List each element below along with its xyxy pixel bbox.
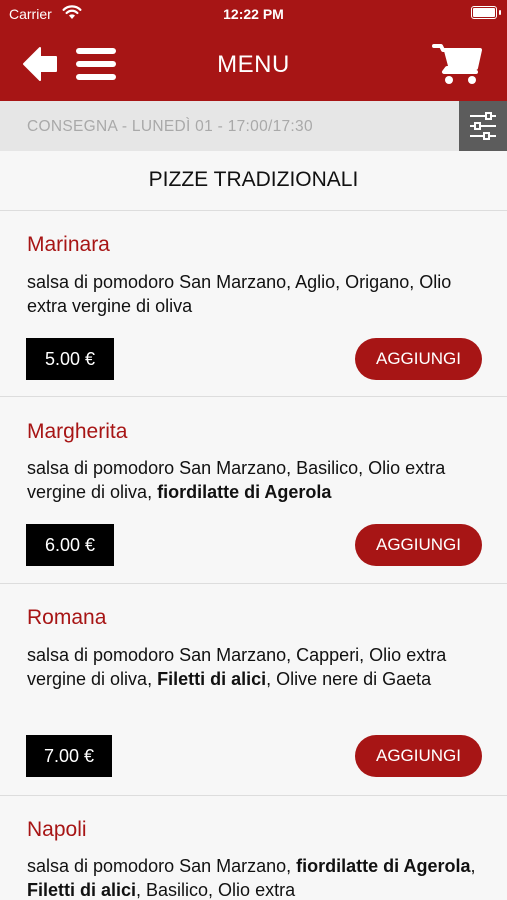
ingredient-text: , Olive nere di Gaeta xyxy=(266,669,432,689)
item-name: Margherita xyxy=(27,420,128,443)
app-header: Carrier 12:22 PM MENU xyxy=(0,0,507,101)
battery-icon xyxy=(471,6,501,19)
menu-item: Marinara salsa di pomodoro San Marzano, … xyxy=(0,211,507,397)
item-name: Napoli xyxy=(27,818,87,841)
menu-item: Napoli salsa di pomodoro San Marzano, fi… xyxy=(0,796,507,900)
sliders-icon xyxy=(470,112,496,140)
cart-icon[interactable] xyxy=(432,42,484,86)
item-price: 6.00 € xyxy=(26,524,114,566)
filter-button[interactable] xyxy=(459,101,507,151)
delivery-info: CONSEGNA - LUNEDÌ 01 - 17:00/17:30 xyxy=(27,118,313,135)
section-title: PIZZE TRADIZIONALI xyxy=(0,151,507,211)
item-price: 7.00 € xyxy=(26,735,112,777)
status-time: 12:22 PM xyxy=(223,6,284,22)
ingredient-text: , xyxy=(470,856,476,876)
add-to-cart-button[interactable]: AGGIUNGI xyxy=(355,735,482,777)
ingredient-highlight: fiordilatte di Agerola xyxy=(296,856,471,876)
item-price: 5.00 € xyxy=(26,338,114,380)
add-to-cart-button[interactable]: AGGIUNGI xyxy=(355,338,482,380)
ingredient-highlight: Filetti di alici xyxy=(157,669,267,689)
item-description: salsa di pomodoro San Marzano, Capperi, … xyxy=(27,643,477,691)
item-name: Marinara xyxy=(27,233,110,256)
menu-item: Margherita salsa di pomodoro San Marzano… xyxy=(0,397,507,584)
ingredient-text: salsa di pomodoro San Marzano, Aglio, Or… xyxy=(27,272,452,316)
ingredient-highlight: Filetti di alici xyxy=(27,880,137,900)
item-description: salsa di pomodoro San Marzano, fiordilat… xyxy=(27,854,477,900)
ingredient-highlight: fiordilatte di Agerola xyxy=(157,482,332,502)
menu-item: Romana salsa di pomodoro San Marzano, Ca… xyxy=(0,584,507,796)
page-title: MENU xyxy=(217,51,290,78)
status-bar: Carrier 12:22 PM xyxy=(0,0,507,28)
add-to-cart-button[interactable]: AGGIUNGI xyxy=(355,524,482,566)
delivery-bar[interactable]: CONSEGNA - LUNEDÌ 01 - 17:00/17:30 xyxy=(0,101,507,151)
item-name: Romana xyxy=(27,606,107,629)
item-description: salsa di pomodoro San Marzano, Aglio, Or… xyxy=(27,270,477,318)
ingredient-text: , Basilico, Olio extra xyxy=(136,880,296,900)
item-description: salsa di pomodoro San Marzano, Basilico,… xyxy=(27,456,477,504)
ingredient-text: salsa di pomodoro San Marzano, xyxy=(27,856,297,876)
